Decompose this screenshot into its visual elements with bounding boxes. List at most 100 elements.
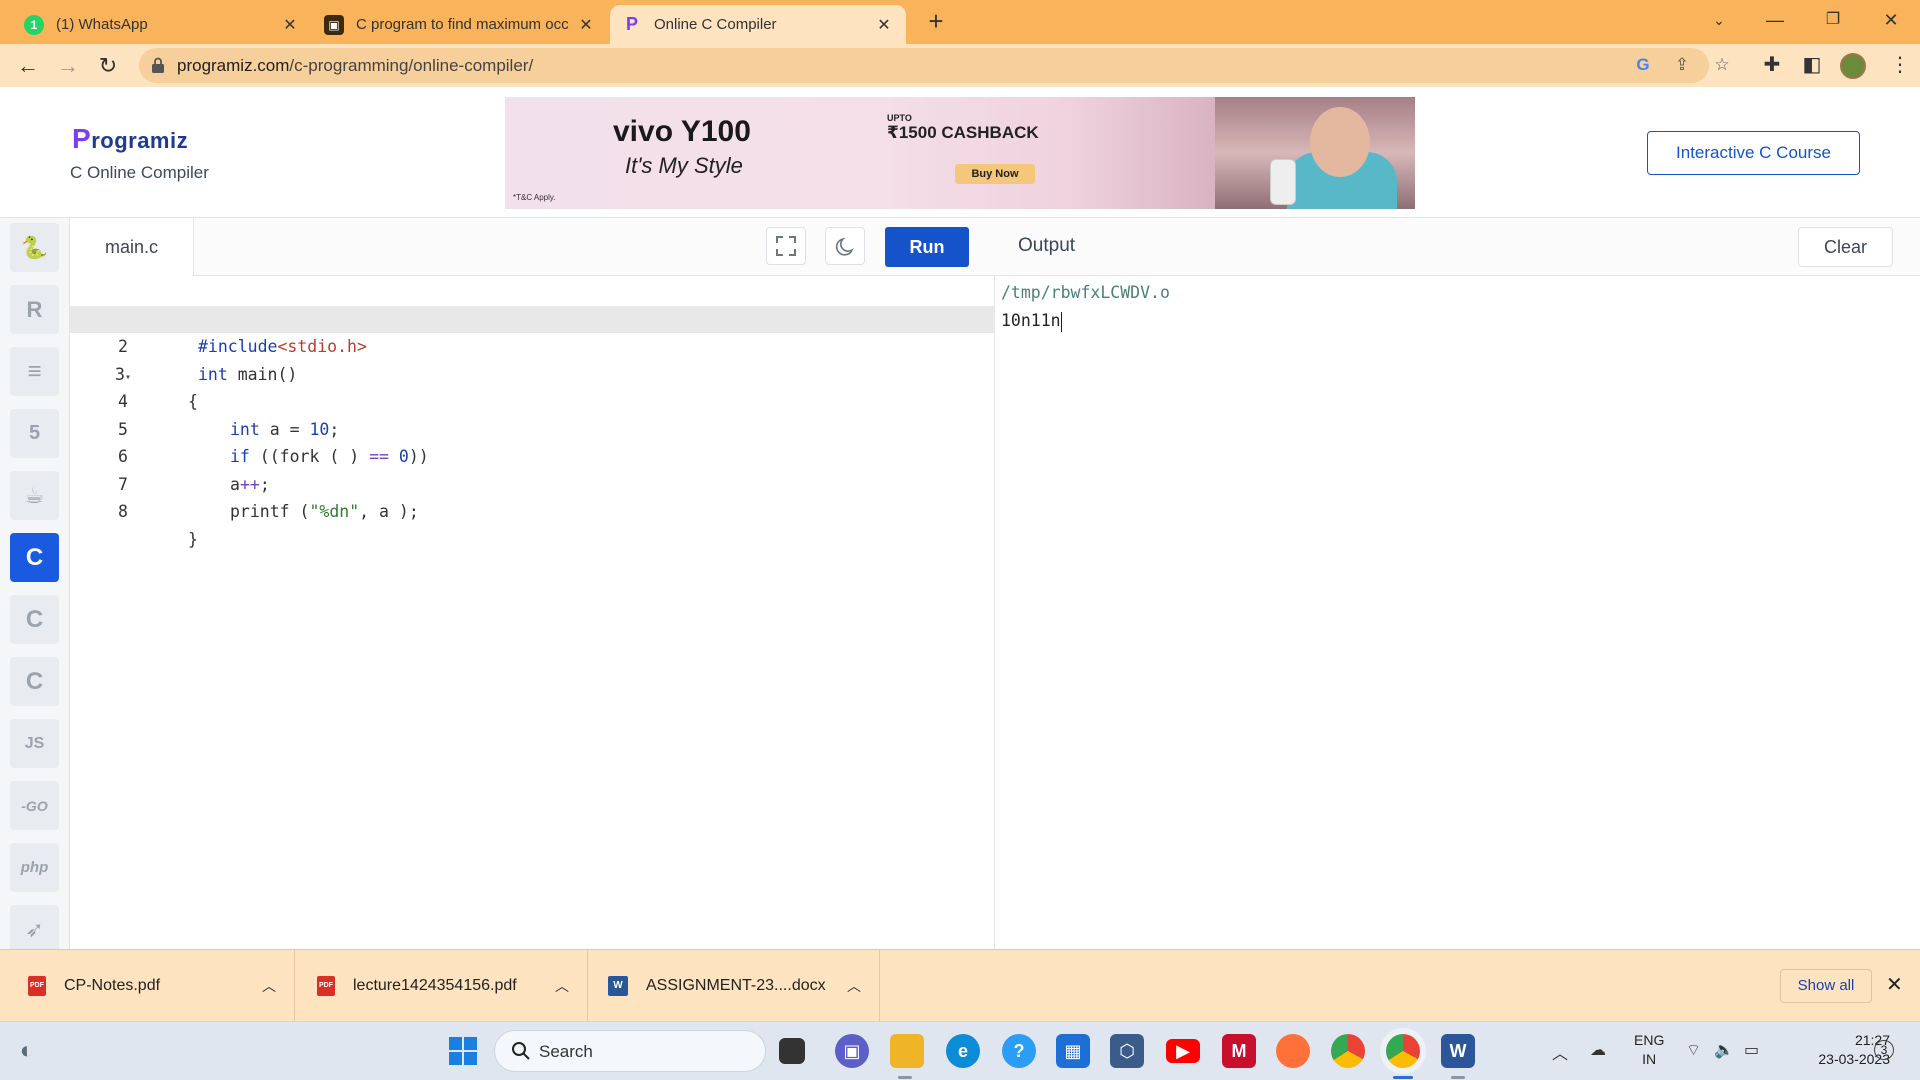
download-file-name: CP-Notes.pdf (64, 977, 161, 994)
html5-icon[interactable]: 5 (10, 409, 59, 458)
download-item[interactable]: PDF CP-Notes.pdf ︿ (0, 950, 295, 1022)
windows-start-icon[interactable] (446, 1034, 480, 1068)
task-view-icon[interactable] (779, 1038, 805, 1064)
chevron-up-icon[interactable]: ︿ (555, 976, 587, 996)
go-icon[interactable]: -GO (10, 781, 59, 830)
run-button[interactable]: Run (885, 227, 969, 267)
java-icon[interactable]: ☕ (10, 471, 59, 520)
address-bar[interactable]: programiz.com/c-programming/online-compi… (139, 48, 1730, 83)
language-indicator[interactable]: ENG IN (1634, 1031, 1664, 1069)
notification-badge[interactable]: 3 (1874, 1040, 1894, 1060)
battery-icon[interactable]: ▭ (1744, 1040, 1759, 1060)
teams-chat-icon[interactable]: ▣ (835, 1034, 869, 1068)
swift-icon[interactable]: ➶ (10, 905, 59, 954)
browser-tab-bar: 1 (1) WhatsApp ✕ ▣ C program to find max… (0, 0, 1920, 44)
reload-icon[interactable]: ↻ (92, 50, 124, 82)
app-icon[interactable]: ⬡ (1110, 1034, 1144, 1068)
word-icon[interactable]: W (1441, 1034, 1475, 1068)
javascript-icon[interactable]: JS (10, 719, 59, 768)
code-area[interactable]: 1 #include<stdio.h> 2 int main() 3▾ { 4 … (70, 278, 995, 549)
minimize-button[interactable]: — (1752, 0, 1798, 40)
bookmark-star-icon[interactable]: ☆ (1711, 55, 1733, 77)
close-downloads-icon[interactable]: ✕ (1886, 972, 1903, 997)
line-number: 8 (118, 502, 128, 521)
taskbar-search[interactable]: Search (494, 1030, 766, 1072)
word-file-icon: W (608, 976, 628, 996)
side-panel-icon[interactable]: ◧ (1798, 52, 1826, 80)
database-icon[interactable]: ≡ (10, 347, 59, 396)
edge-icon[interactable]: e (946, 1034, 980, 1068)
close-tab-icon[interactable]: ✕ (576, 15, 596, 35)
close-window-button[interactable]: ✕ (1868, 0, 1914, 40)
weather-icon[interactable]: ◐ (10, 1034, 44, 1068)
back-icon[interactable]: ← (12, 50, 44, 82)
r-icon[interactable]: R (10, 285, 59, 334)
site-header: Programiz C Online Compiler vivo Y100 It… (0, 87, 1920, 218)
copilot-icon[interactable]: ? (1002, 1034, 1036, 1068)
download-item[interactable]: W ASSIGNMENT-23....docx ︿ (588, 950, 880, 1022)
php-icon[interactable]: php (10, 843, 59, 892)
code-line: 1 #include<stdio.h> (70, 278, 995, 357)
code-editor-panel: main.c Run 1 #include<stdio.h> 2 int mai… (70, 218, 995, 949)
youtube-icon[interactable]: ▶ (1166, 1039, 1200, 1063)
banner-tagline: It's My Style (625, 153, 743, 178)
pdf-file-icon: PDF (317, 976, 335, 996)
share-icon[interactable]: ⇪ (1671, 55, 1693, 77)
chrome-active-icon[interactable] (1386, 1034, 1420, 1068)
close-tab-icon[interactable]: ✕ (280, 15, 300, 35)
browser-toolbar: ← → ↻ programiz.com/c-programming/online… (0, 44, 1920, 87)
file-explorer-icon[interactable] (890, 1034, 924, 1068)
download-file-name: lecture1424354156.pdf (353, 977, 517, 994)
output-console[interactable]: /tmp/rbwfxLCWDV.o 10n11n (1001, 279, 1170, 335)
tab-search-icon[interactable]: ⌄ (1696, 0, 1742, 40)
programiz-logo[interactable]: Programiz (72, 123, 188, 155)
lock-icon (152, 57, 164, 73)
editor-header: main.c Run (70, 218, 995, 276)
cpp-icon[interactable]: C (10, 595, 59, 644)
page-icon: ▣ (324, 14, 344, 35)
volume-icon[interactable]: 🔈 (1714, 1040, 1734, 1060)
tray-chevron-up-icon[interactable]: ︿ (1552, 1040, 1568, 1064)
show-all-downloads-button[interactable]: Show all (1780, 969, 1872, 1003)
download-item[interactable]: PDF lecture1424354156.pdf ︿ (295, 950, 588, 1022)
profile-avatar[interactable] (1840, 53, 1866, 79)
onedrive-cloud-icon[interactable]: ☁ (1590, 1040, 1606, 1060)
output-result: 10n11n (1001, 311, 1062, 332)
tab-online-c-compiler[interactable]: P Online C Compiler ✕ (610, 5, 906, 44)
google-icon[interactable]: G (1632, 55, 1654, 77)
banner-model-image (1215, 97, 1415, 209)
chevron-up-icon[interactable]: ︿ (847, 976, 879, 996)
firefox-icon[interactable] (1276, 1034, 1310, 1068)
close-tab-icon[interactable]: ✕ (874, 15, 894, 35)
ad-banner[interactable]: vivo Y100 It's My Style UPTO ₹1500 CASHB… (505, 97, 1415, 209)
chevron-up-icon[interactable]: ︿ (262, 976, 294, 996)
chrome-icon[interactable] (1331, 1034, 1365, 1068)
page-subtitle: C Online Compiler (70, 163, 209, 182)
output-path: /tmp/rbwfxLCWDV.o (1001, 283, 1170, 302)
c-icon[interactable]: C (10, 533, 59, 582)
mcafee-icon[interactable]: M (1222, 1034, 1256, 1068)
tab-whatsapp[interactable]: 1 (1) WhatsApp ✕ (12, 5, 312, 44)
csharp-icon[interactable]: C (10, 657, 59, 706)
downloads-bar: PDF CP-Notes.pdf ︿ PDF lecture1424354156… (0, 949, 1920, 1022)
store-icon[interactable]: ▦ (1056, 1034, 1090, 1068)
extensions-icon[interactable]: ✚ (1758, 52, 1786, 80)
new-tab-button[interactable]: + (920, 6, 952, 38)
forward-icon[interactable]: → (52, 50, 84, 82)
tab-c-program[interactable]: ▣ C program to find maximum occ ✕ (312, 5, 608, 44)
wifi-icon[interactable]: ⌔ (1686, 1040, 1701, 1060)
python-icon[interactable]: 🐍 (10, 223, 59, 272)
interactive-c-course-button[interactable]: Interactive C Course (1647, 131, 1860, 175)
menu-icon[interactable]: ⋮ (1886, 52, 1914, 80)
banner-buy-now-button[interactable]: Buy Now (955, 164, 1035, 184)
banner-brand: vivo Y100 (613, 115, 751, 148)
code-line: 6 a++; (118, 447, 270, 494)
search-placeholder: Search (539, 1042, 593, 1061)
banner-terms: *T&C Apply. (513, 193, 556, 202)
code-line: 5 if ((fork ( ) == 0)) (118, 419, 429, 467)
fullscreen-icon[interactable] (766, 227, 806, 265)
file-tab-main-c[interactable]: main.c (70, 218, 194, 276)
dark-mode-moon-icon[interactable] (825, 227, 865, 265)
clear-button[interactable]: Clear (1798, 227, 1893, 267)
restore-button[interactable]: ❐ (1810, 0, 1856, 40)
